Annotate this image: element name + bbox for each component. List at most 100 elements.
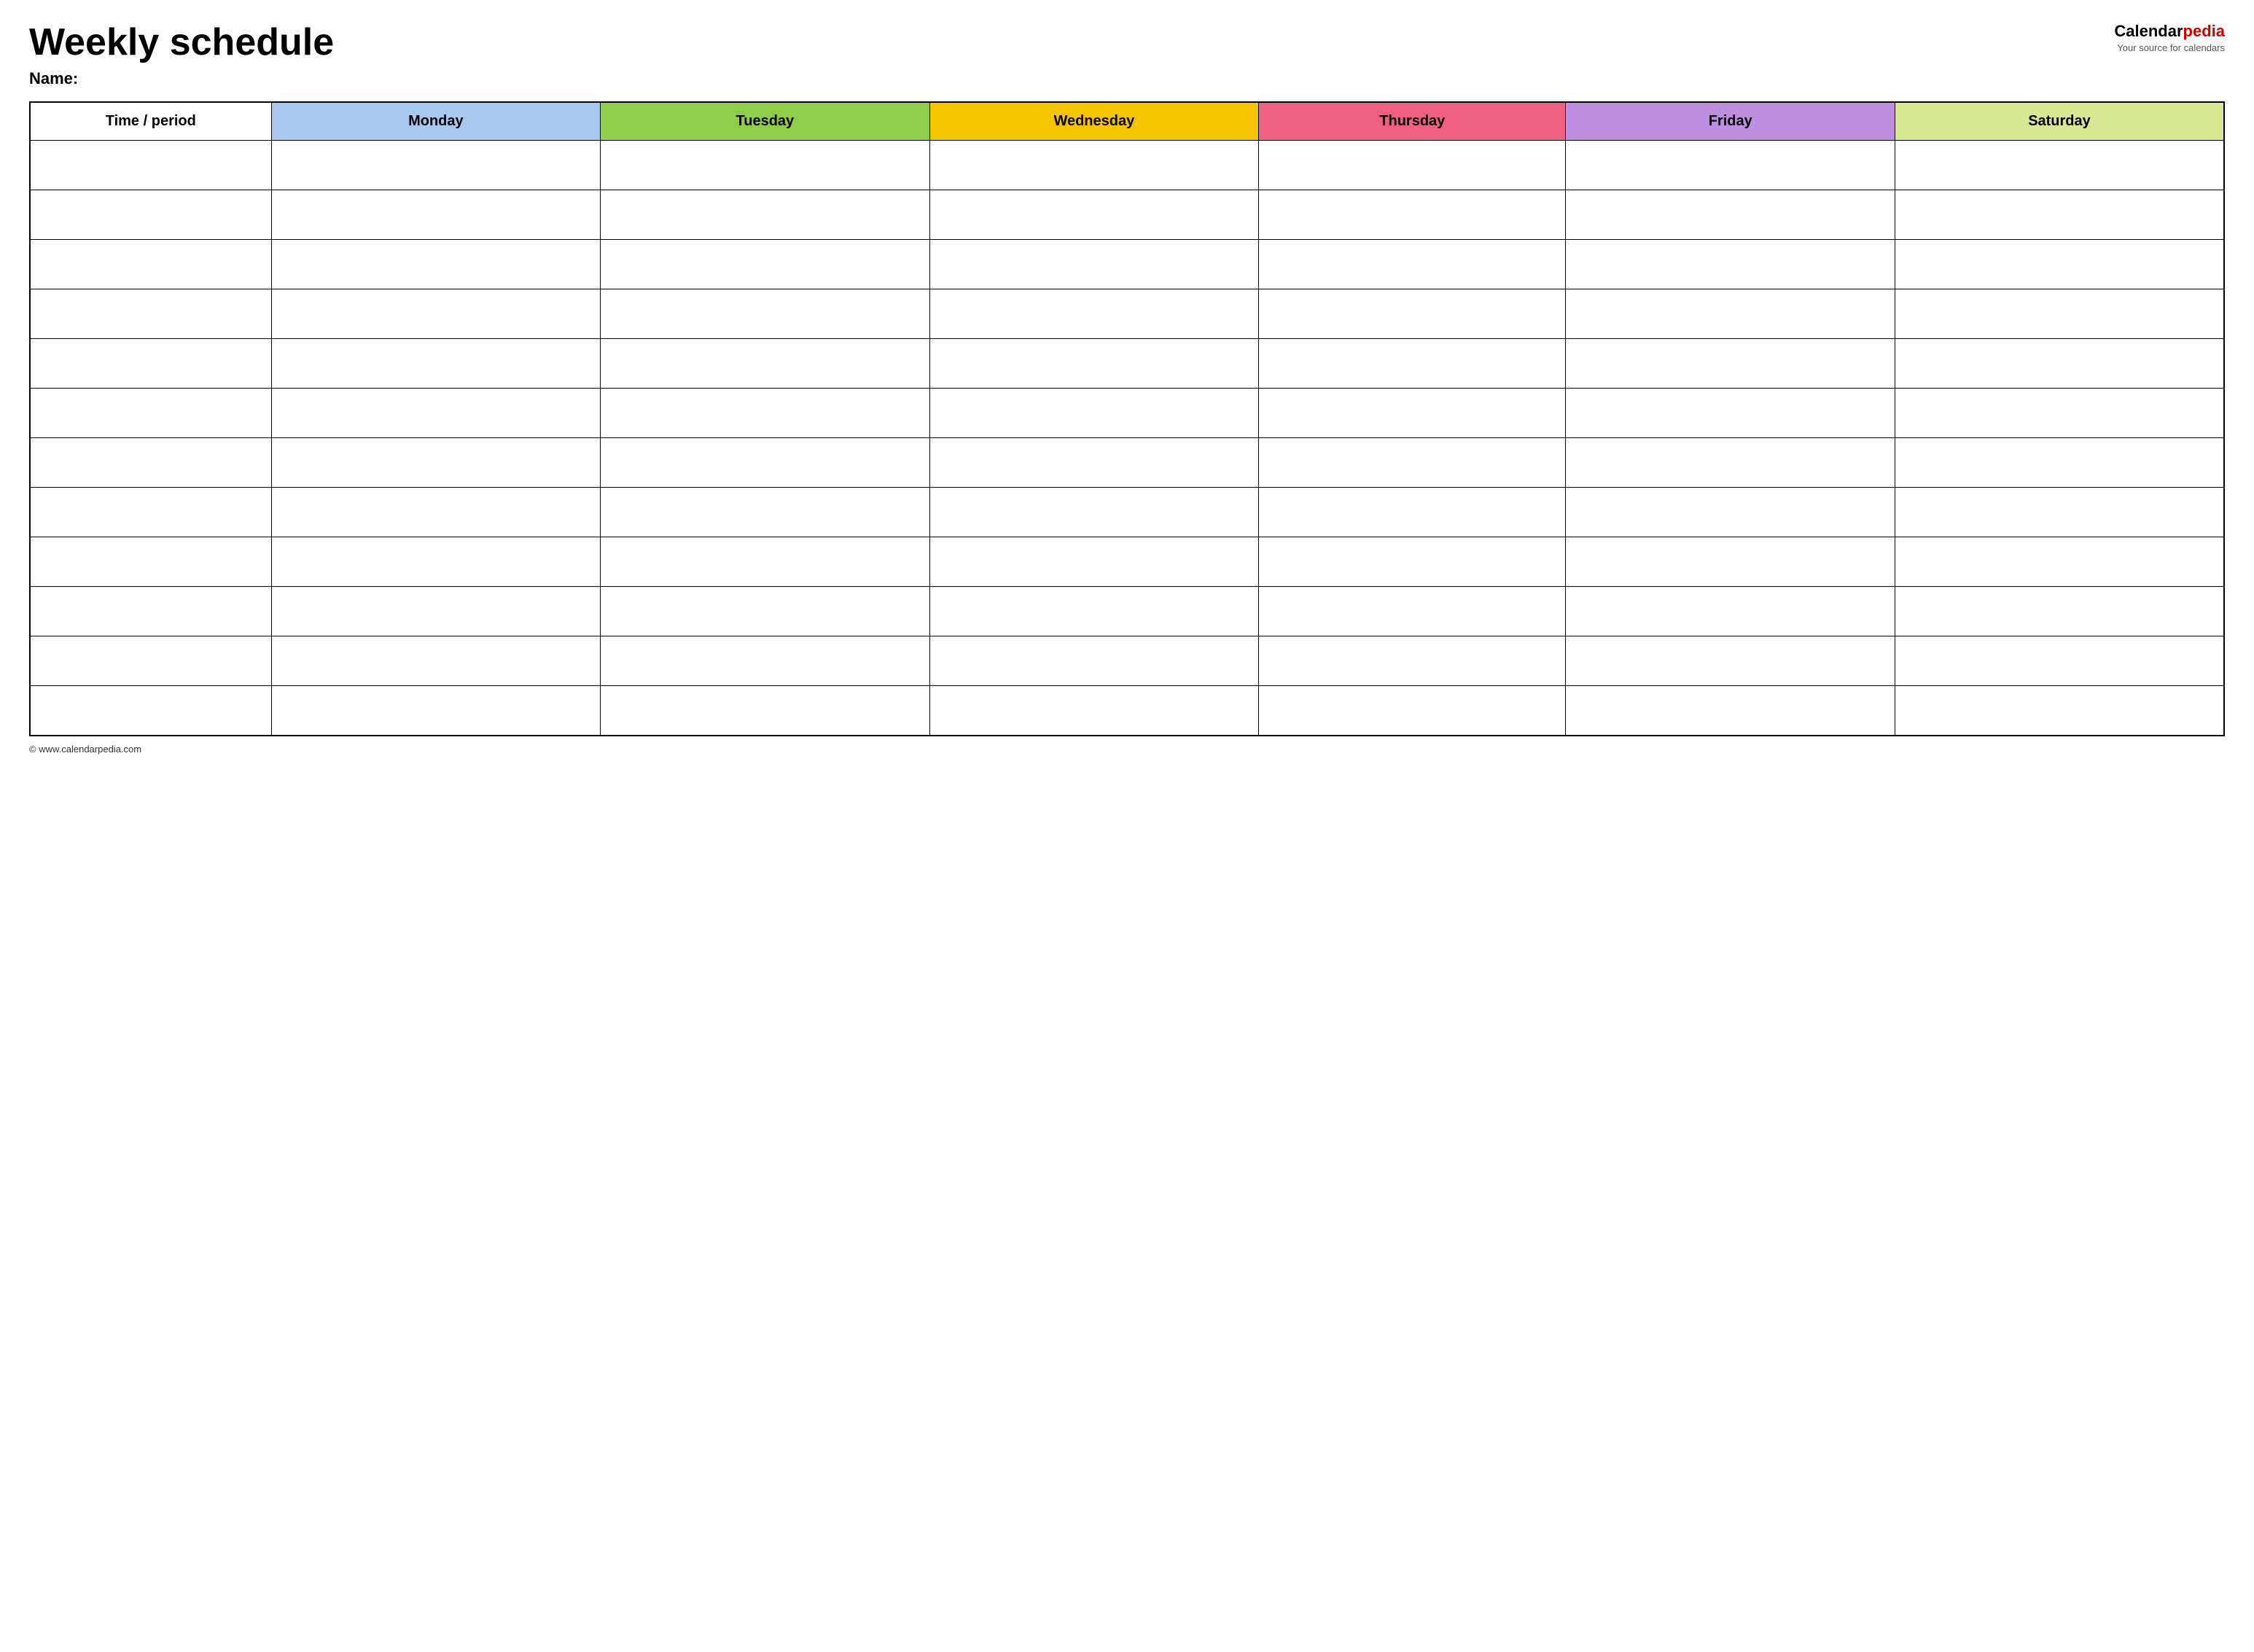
schedule-cell[interactable] xyxy=(1259,686,1566,736)
schedule-cell[interactable] xyxy=(1259,339,1566,389)
schedule-cell[interactable] xyxy=(1566,240,1895,289)
schedule-cell[interactable] xyxy=(929,141,1259,190)
schedule-cell[interactable] xyxy=(271,686,601,736)
time-cell[interactable] xyxy=(30,141,271,190)
schedule-cell[interactable] xyxy=(1566,686,1895,736)
schedule-cell[interactable] xyxy=(1259,537,1566,587)
schedule-cell[interactable] xyxy=(271,339,601,389)
schedule-cell[interactable] xyxy=(929,636,1259,686)
schedule-cell[interactable] xyxy=(1895,686,2224,736)
time-cell[interactable] xyxy=(30,339,271,389)
schedule-cell[interactable] xyxy=(1259,389,1566,438)
schedule-cell[interactable] xyxy=(1566,190,1895,240)
schedule-cell[interactable] xyxy=(1566,488,1895,537)
time-cell[interactable] xyxy=(30,488,271,537)
schedule-cell[interactable] xyxy=(601,339,930,389)
page-container: Weekly schedule Name: Calendarpedia Your… xyxy=(29,22,2225,755)
schedule-cell[interactable] xyxy=(1259,587,1566,636)
schedule-cell[interactable] xyxy=(1895,141,2224,190)
table-row xyxy=(30,389,2224,438)
logo-pedia-part: pedia xyxy=(2183,22,2225,40)
schedule-cell[interactable] xyxy=(1895,488,2224,537)
schedule-cell[interactable] xyxy=(1566,636,1895,686)
time-cell[interactable] xyxy=(30,190,271,240)
table-row xyxy=(30,339,2224,389)
schedule-cell[interactable] xyxy=(601,289,930,339)
schedule-cell[interactable] xyxy=(929,240,1259,289)
schedule-cell[interactable] xyxy=(1566,438,1895,488)
schedule-cell[interactable] xyxy=(601,141,930,190)
schedule-cell[interactable] xyxy=(601,686,930,736)
time-cell[interactable] xyxy=(30,389,271,438)
schedule-cell[interactable] xyxy=(1259,488,1566,537)
schedule-cell[interactable] xyxy=(271,190,601,240)
time-cell[interactable] xyxy=(30,438,271,488)
schedule-cell[interactable] xyxy=(601,240,930,289)
schedule-cell[interactable] xyxy=(271,636,601,686)
name-label: Name: xyxy=(29,69,334,88)
schedule-cell[interactable] xyxy=(1566,389,1895,438)
schedule-cell[interactable] xyxy=(1566,339,1895,389)
schedule-cell[interactable] xyxy=(601,190,930,240)
schedule-cell[interactable] xyxy=(1566,587,1895,636)
col-header-time: Time / period xyxy=(30,102,271,141)
schedule-cell[interactable] xyxy=(271,289,601,339)
schedule-cell[interactable] xyxy=(271,389,601,438)
schedule-cell[interactable] xyxy=(1259,240,1566,289)
schedule-cell[interactable] xyxy=(601,636,930,686)
schedule-cell[interactable] xyxy=(929,389,1259,438)
schedule-cell[interactable] xyxy=(601,587,930,636)
schedule-cell[interactable] xyxy=(271,587,601,636)
schedule-cell[interactable] xyxy=(1259,636,1566,686)
schedule-cell[interactable] xyxy=(929,537,1259,587)
schedule-cell[interactable] xyxy=(929,488,1259,537)
schedule-cell[interactable] xyxy=(1259,289,1566,339)
table-row xyxy=(30,488,2224,537)
schedule-cell[interactable] xyxy=(1895,537,2224,587)
table-row xyxy=(30,190,2224,240)
schedule-cell[interactable] xyxy=(1895,438,2224,488)
schedule-cell[interactable] xyxy=(929,587,1259,636)
schedule-cell[interactable] xyxy=(1895,190,2224,240)
logo-subtitle: Your source for calendars xyxy=(2117,42,2225,53)
schedule-cell[interactable] xyxy=(1895,389,2224,438)
schedule-cell[interactable] xyxy=(1259,190,1566,240)
schedule-cell[interactable] xyxy=(929,686,1259,736)
time-cell[interactable] xyxy=(30,537,271,587)
schedule-cell[interactable] xyxy=(1566,537,1895,587)
col-header-friday: Friday xyxy=(1566,102,1895,141)
schedule-cell[interactable] xyxy=(1566,141,1895,190)
schedule-cell[interactable] xyxy=(271,240,601,289)
time-cell[interactable] xyxy=(30,636,271,686)
schedule-cell[interactable] xyxy=(271,438,601,488)
schedule-cell[interactable] xyxy=(271,488,601,537)
schedule-cell[interactable] xyxy=(1259,141,1566,190)
schedule-cell[interactable] xyxy=(929,289,1259,339)
schedule-cell[interactable] xyxy=(271,141,601,190)
schedule-cell[interactable] xyxy=(1259,438,1566,488)
time-cell[interactable] xyxy=(30,587,271,636)
time-cell[interactable] xyxy=(30,686,271,736)
schedule-cell[interactable] xyxy=(601,488,930,537)
table-row xyxy=(30,587,2224,636)
time-cell[interactable] xyxy=(30,240,271,289)
schedule-cell[interactable] xyxy=(601,438,930,488)
table-row xyxy=(30,141,2224,190)
schedule-cell[interactable] xyxy=(1895,587,2224,636)
schedule-cell[interactable] xyxy=(1895,636,2224,686)
schedule-cell[interactable] xyxy=(929,339,1259,389)
schedule-cell[interactable] xyxy=(929,190,1259,240)
schedule-cell[interactable] xyxy=(1895,289,2224,339)
schedule-cell[interactable] xyxy=(1566,289,1895,339)
schedule-cell[interactable] xyxy=(1895,240,2224,289)
schedule-cell[interactable] xyxy=(929,438,1259,488)
col-header-saturday: Saturday xyxy=(1895,102,2224,141)
table-row xyxy=(30,537,2224,587)
table-row xyxy=(30,289,2224,339)
time-cell[interactable] xyxy=(30,289,271,339)
schedule-table: Time / period Monday Tuesday Wednesday T… xyxy=(29,101,2225,736)
schedule-cell[interactable] xyxy=(601,389,930,438)
schedule-cell[interactable] xyxy=(271,537,601,587)
schedule-cell[interactable] xyxy=(601,537,930,587)
schedule-cell[interactable] xyxy=(1895,339,2224,389)
